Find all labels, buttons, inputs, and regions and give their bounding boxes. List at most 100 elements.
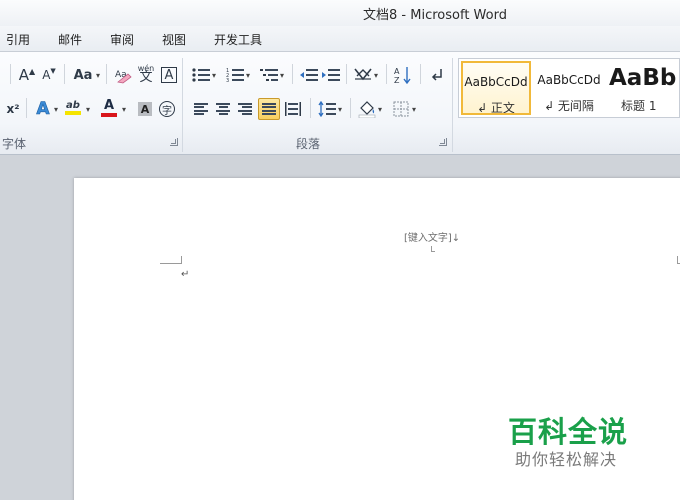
tab-developer[interactable]: 开发工具 (214, 31, 262, 48)
multilevel-list-button[interactable] (258, 64, 280, 86)
svg-text:Z: Z (394, 76, 400, 84)
clear-format-button[interactable]: Aa (112, 64, 134, 86)
bullets-dropdown[interactable]: ▾ (212, 64, 220, 86)
separator (420, 64, 421, 84)
font-dialog-launcher[interactable] (170, 138, 178, 146)
header-placeholder[interactable]: [键入文字]↓ (404, 229, 460, 244)
sort-icon: AZ (394, 67, 411, 84)
chinese-layout-icon (354, 68, 372, 81)
font-color-icon: A (103, 97, 115, 113)
justify-icon (262, 103, 276, 115)
font-group-label: 字体 (2, 137, 27, 151)
svg-text:3: 3 (226, 78, 229, 82)
pinyin-char: 文 (139, 70, 153, 85)
paint-bucket-icon (358, 101, 376, 118)
enclose-icon: 字 (159, 101, 175, 117)
separator (292, 64, 293, 84)
numbering-button[interactable]: 123 (224, 64, 246, 86)
multilevel-list-dropdown[interactable]: ▾ (280, 64, 288, 86)
bullets-button[interactable] (190, 64, 212, 86)
character-border-button[interactable]: A (158, 64, 180, 86)
font-color-button[interactable]: A (98, 96, 120, 118)
shrink-arrow-icon: ▼ (50, 67, 56, 75)
highlight-button[interactable]: ab (62, 96, 84, 118)
align-right-button[interactable] (234, 98, 256, 120)
tab-references[interactable]: 引用 (6, 31, 30, 48)
multilevel-list-icon (260, 69, 278, 81)
shrink-font-button[interactable]: A ▼ (38, 64, 60, 86)
decrease-indent-button[interactable] (298, 64, 320, 86)
sort-button[interactable]: AZ (392, 64, 414, 86)
paragraph-group-label: 段落 (296, 137, 321, 151)
align-right-icon (238, 103, 252, 115)
styles-gallery: AaBbCcDd ↲ 正文 AaBbCcDd ↲ 无间隔 AaBb 标题 1 (458, 58, 680, 118)
tab-review[interactable]: 审阅 (110, 31, 134, 48)
separator (10, 64, 11, 84)
chinese-layout-dropdown[interactable]: ▾ (374, 64, 382, 86)
separator (64, 64, 65, 84)
header-marker (431, 246, 435, 252)
borders-button[interactable] (390, 98, 412, 120)
numbering-dropdown[interactable]: ▾ (246, 64, 254, 86)
svg-text:A: A (394, 67, 400, 76)
distribute-icon (285, 102, 301, 116)
justify-button[interactable] (258, 98, 280, 120)
borders-dropdown[interactable]: ▾ (412, 98, 420, 120)
grow-font-icon: A (18, 66, 30, 84)
numbering-icon: 123 (226, 68, 244, 82)
style-sample: AaBbCcDd (464, 75, 528, 89)
text-effect-button[interactable]: A (32, 98, 54, 120)
decrease-indent-icon (300, 69, 318, 81)
grow-font-button[interactable]: A ▲ (16, 64, 38, 86)
bullets-icon (192, 68, 210, 82)
paragraph-mark-icon (431, 69, 442, 81)
group-separator (452, 58, 453, 152)
title-bar: 文档8 - Microsoft Word (0, 0, 680, 26)
shading-button[interactable] (356, 98, 378, 120)
character-border-icon: A (161, 67, 177, 83)
separator (26, 98, 27, 118)
style-name: ↲ 正文 (477, 101, 515, 115)
separator (346, 64, 347, 84)
tab-mailings[interactable]: 邮件 (58, 31, 82, 48)
line-spacing-dropdown[interactable]: ▾ (338, 98, 346, 120)
character-shading-button[interactable]: A (134, 98, 156, 120)
superscript-button[interactable]: x² (2, 98, 24, 120)
show-hide-marks-button[interactable] (426, 64, 448, 86)
separator (106, 64, 107, 84)
increase-indent-button[interactable] (320, 64, 342, 86)
chinese-layout-button[interactable] (352, 64, 374, 86)
ribbon-tabs: 引用 邮件 审阅 视图 开发工具 (0, 26, 680, 52)
grow-arrow-icon: ▲ (29, 66, 36, 76)
watermark-logo: 百科全说 (508, 415, 629, 449)
paragraph-mark: ↵ (181, 269, 190, 280)
style-normal[interactable]: AaBbCcDd ↲ 正文 (461, 61, 531, 115)
style-sample: AaBb (609, 65, 677, 91)
margin-corner-left (160, 256, 182, 264)
character-shading-icon: A (138, 102, 152, 116)
separator (350, 98, 351, 118)
font-color-bar (101, 112, 117, 117)
paragraph-dialog-launcher[interactable] (439, 138, 447, 146)
change-case-button[interactable]: Aa (70, 64, 96, 86)
align-center-button[interactable] (212, 98, 234, 120)
change-case-dropdown[interactable]: ▾ (96, 64, 104, 86)
enclose-characters-button[interactable]: 字 (156, 98, 178, 120)
style-heading-1[interactable]: AaBb 标题 1 (607, 61, 680, 115)
font-color-dropdown[interactable]: ▾ (122, 98, 130, 120)
distribute-button[interactable] (282, 98, 304, 120)
text-effect-dropdown[interactable]: ▾ (54, 98, 62, 120)
increase-indent-icon (322, 69, 340, 81)
style-no-spacing[interactable]: AaBbCcDd ↲ 无间隔 (533, 61, 605, 115)
group-separator (182, 58, 183, 152)
highlight-color-bar (65, 110, 81, 115)
phonetic-guide-button[interactable]: wén 文 (135, 62, 157, 84)
line-spacing-button[interactable] (316, 98, 338, 120)
highlight-icon: ab (66, 99, 80, 111)
shrink-font-icon: A (42, 68, 51, 82)
shading-dropdown[interactable]: ▾ (378, 98, 386, 120)
align-left-button[interactable] (190, 98, 212, 120)
tab-view[interactable]: 视图 (162, 31, 186, 48)
highlight-dropdown[interactable]: ▾ (86, 98, 94, 120)
watermark-subtitle: 助你轻松解决 (515, 450, 618, 469)
